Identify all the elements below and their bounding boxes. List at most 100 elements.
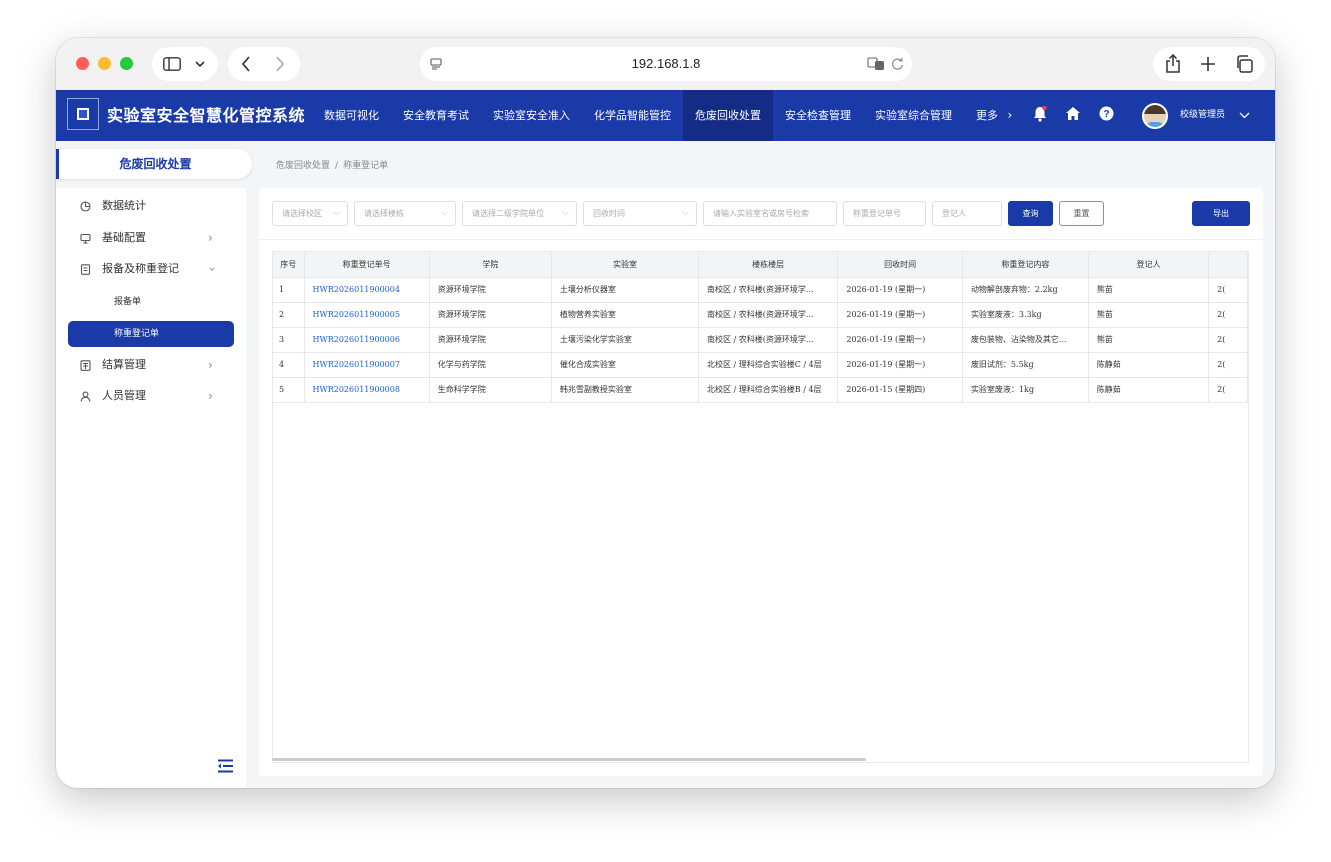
- cell-registrar: 陈静茹: [1088, 377, 1210, 403]
- sidebar-item-personnel[interactable]: 人员管理 ›: [56, 381, 246, 411]
- lab-search-input[interactable]: 请输入实验室名或房号检索: [703, 201, 837, 226]
- cell-time: 2026-01-15 (星期四): [837, 377, 963, 403]
- register-icon: [80, 264, 91, 275]
- nav-item-data-visualization[interactable]: 数据可视化: [312, 90, 391, 141]
- sidebar-subitem-report-form[interactable]: 报备单: [68, 289, 234, 315]
- config-icon: [80, 233, 91, 244]
- sidebar-item-report-weigh[interactable]: 报备及称重登记 ›: [56, 254, 246, 284]
- cell-order-link[interactable]: HWR2026011900008: [304, 377, 430, 403]
- cell-college: 化学与药学院: [429, 352, 552, 378]
- new-tab-icon[interactable]: [1201, 57, 1215, 71]
- sidebar-item-label: 数据统计: [102, 199, 146, 212]
- reset-button[interactable]: 重置: [1059, 201, 1104, 226]
- user-name[interactable]: 校级管理员: [1180, 90, 1225, 141]
- export-button[interactable]: 导出: [1192, 201, 1250, 226]
- cell-time: 2026-01-19 (星期一): [837, 302, 963, 328]
- svg-text:?: ?: [1103, 109, 1109, 120]
- cell-college: 资源环境学院: [429, 277, 552, 303]
- user-avatar[interactable]: [1142, 103, 1168, 129]
- sidebar-item-label: 基础配置: [102, 231, 146, 244]
- column-header[interactable]: 登记人: [1088, 252, 1210, 278]
- data-table: 序号 称重登记单号 学院 实验室 楼栋楼层 回收时间 称重登记内容 登记人 1: [273, 252, 1248, 403]
- minimize-window-button[interactable]: [98, 57, 111, 70]
- column-header[interactable]: [1208, 252, 1248, 278]
- forward-icon[interactable]: [275, 56, 285, 72]
- department-select[interactable]: 请选择二级学院单位 ⌵: [462, 201, 577, 226]
- browser-window: 192.168.1.8 实验室安全智慧化管控系统 数据可视化 安全教育考试 实验…: [56, 38, 1275, 788]
- breadcrumb-parent[interactable]: 危废回收处置: [276, 161, 330, 171]
- chevron-down-icon[interactable]: [195, 60, 205, 68]
- table-horizontal-scrollbar[interactable]: [272, 758, 866, 761]
- user-menu-chevron-icon[interactable]: [1239, 112, 1250, 119]
- user-icon: [80, 391, 91, 402]
- browser-actions-group: [1153, 47, 1265, 81]
- chevron-right-icon: ›: [208, 231, 213, 245]
- sidebar-item-settlement[interactable]: 结算管理 ›: [56, 350, 246, 380]
- maximize-window-button[interactable]: [120, 57, 133, 70]
- nav-item-lab-access[interactable]: 实验室安全准入: [481, 90, 582, 141]
- order-no-input[interactable]: 称重登记单号: [843, 201, 926, 226]
- registrar-input[interactable]: 登记人: [932, 201, 1002, 226]
- app-header: 实验室安全智慧化管控系统 数据可视化 安全教育考试 实验室安全准入 化学品智能管…: [56, 90, 1275, 141]
- nav-item-lab-management[interactable]: 实验室综合管理: [863, 90, 964, 141]
- nav-item-chemical-control[interactable]: 化学品智能管控: [582, 90, 683, 141]
- settlement-icon: [80, 360, 91, 371]
- cell-order-link[interactable]: HWR2026011900007: [304, 352, 430, 378]
- column-header[interactable]: 称重登记内容: [962, 252, 1089, 278]
- cell-truncated: 2(: [1208, 302, 1248, 328]
- column-header[interactable]: 回收时间: [837, 252, 963, 278]
- cell-lab: 韩兆雪副教授实验室: [551, 377, 700, 403]
- notification-bell-icon[interactable]: [1033, 106, 1047, 122]
- filter-divider: [259, 239, 1263, 240]
- column-header[interactable]: 称重登记单号: [304, 252, 430, 278]
- nav-item-more[interactable]: 更多 ›: [964, 90, 1024, 141]
- nav-item-safety-education[interactable]: 安全教育考试: [391, 90, 481, 141]
- column-header[interactable]: 序号: [273, 252, 305, 278]
- tab-overview-icon[interactable]: [1235, 55, 1253, 73]
- nav-more-label: 更多: [976, 109, 998, 122]
- home-icon[interactable]: [1065, 106, 1081, 121]
- cell-order-link[interactable]: HWR2026011900004: [304, 277, 430, 303]
- column-header[interactable]: 学院: [429, 252, 552, 278]
- address-bar[interactable]: 192.168.1.8: [420, 47, 912, 81]
- collapse-menu-icon[interactable]: [217, 759, 234, 773]
- share-icon[interactable]: [1165, 54, 1181, 73]
- cell-index: 5: [273, 377, 305, 403]
- nav-item-safety-inspection[interactable]: 安全检查管理: [773, 90, 863, 141]
- query-button[interactable]: 查询: [1008, 201, 1053, 226]
- campus-select[interactable]: 请选择校区 ⌵: [272, 201, 348, 226]
- recycle-time-placeholder: 回收时间: [593, 209, 625, 218]
- cell-building: 南校区 / 农科楼(资源环境学...: [698, 327, 839, 353]
- translate-icon[interactable]: [867, 57, 885, 71]
- reload-icon[interactable]: [891, 57, 904, 71]
- cell-index: 2: [273, 302, 305, 328]
- cell-order-link[interactable]: HWR2026011900005: [304, 302, 430, 328]
- sidebar-item-data-statistics[interactable]: 数据统计: [56, 191, 246, 221]
- table-row[interactable]: 4 HWR2026011900007 化学与药学院 催化合成实验室 北校区 / …: [273, 352, 1248, 378]
- table-row[interactable]: 3 HWR2026011900006 资源环境学院 土壤污染化学实验室 南校区 …: [273, 327, 1248, 353]
- building-select[interactable]: 请选择楼栋 ⌵: [354, 201, 456, 226]
- sidebar-section-title: 危废回收处置: [56, 149, 252, 179]
- table-row[interactable]: 2 HWR2026011900005 资源环境学院 植物营养实验室 南校区 / …: [273, 302, 1248, 328]
- breadcrumb-separator: /: [335, 161, 339, 171]
- cell-order-link[interactable]: HWR2026011900006: [304, 327, 430, 353]
- recycle-time-picker[interactable]: 回收时间 ⌵: [583, 201, 697, 226]
- sidebar: 数据统计 基础配置 › 报备及称重登记 › 报备单 称重登记单 结算管理 › 人…: [56, 188, 246, 788]
- sidebar-icon[interactable]: [163, 57, 181, 71]
- nav-item-hazardous-waste[interactable]: 危废回收处置: [683, 90, 773, 141]
- column-header[interactable]: 实验室: [551, 252, 700, 278]
- sidebar-item-basic-config[interactable]: 基础配置 ›: [56, 223, 246, 253]
- back-icon[interactable]: [241, 56, 251, 72]
- lab-search-placeholder: 请输入实验室名或房号检索: [713, 209, 809, 218]
- cell-truncated: 2(: [1208, 352, 1248, 378]
- app-logo[interactable]: [67, 98, 99, 130]
- table-row[interactable]: 1 HWR2026011900004 资源环境学院 土壤分析仪器室 南校区 / …: [273, 277, 1248, 303]
- cell-index: 1: [273, 277, 305, 303]
- column-header[interactable]: 楼栋楼层: [698, 252, 839, 278]
- address-text: 192.168.1.8: [631, 56, 701, 71]
- close-window-button[interactable]: [76, 57, 89, 70]
- help-icon[interactable]: ?: [1099, 106, 1114, 121]
- table-row[interactable]: 5 HWR2026011900008 生命科学学院 韩兆雪副教授实验室 北校区 …: [273, 377, 1248, 403]
- sidebar-subitem-weigh-register[interactable]: 称重登记单: [68, 321, 234, 347]
- cell-truncated: 2(: [1208, 277, 1248, 303]
